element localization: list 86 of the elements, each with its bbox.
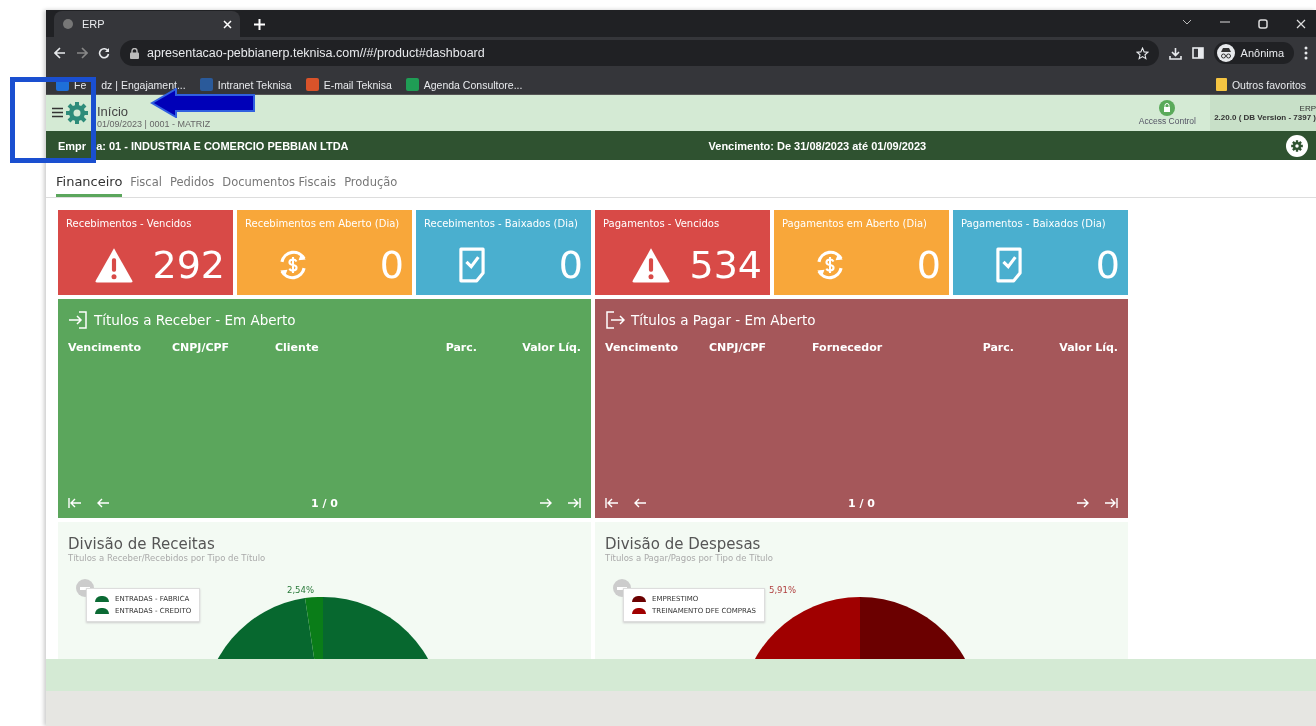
- reload-icon[interactable]: [98, 47, 110, 60]
- sign-out-icon: [605, 310, 625, 331]
- first-page-icon[interactable]: [68, 497, 82, 510]
- next-page-icon[interactable]: [1076, 497, 1090, 510]
- bookmark-link[interactable]: E-mail Teknisa: [323, 78, 392, 91]
- new-tab-icon[interactable]: [254, 19, 265, 31]
- forward-icon[interactable]: [76, 47, 88, 60]
- card-title: Recebimentos - Baixados (Dia): [424, 218, 579, 232]
- product-name: ERP: [1299, 104, 1316, 114]
- side-panel-icon[interactable]: [1191, 47, 1204, 60]
- card-value: 534: [689, 244, 762, 287]
- card-value: 292: [152, 244, 225, 287]
- bookmark-link[interactable]: Intranet Teknisa: [217, 78, 292, 91]
- percent-label: 2,54%: [287, 585, 314, 596]
- lock-icon: [1159, 100, 1176, 117]
- bookmark-folder[interactable]: Outros favoritos: [1215, 78, 1306, 92]
- incognito-icon: [1216, 44, 1235, 63]
- browser-tab[interactable]: ERP: [54, 11, 240, 38]
- page-subtitle: 01/09/2023 | 0001 - MATRIZ: [97, 119, 211, 130]
- company-text: Empr: [58, 139, 87, 152]
- card-value: 0: [916, 244, 941, 287]
- bookmark-link[interactable]: Agenda Consultore...: [423, 78, 523, 91]
- company-text: a: 01 - INDUSTRIA E COMERCIO PEBBIAN LTDA: [96, 139, 349, 152]
- profile-button[interactable]: Anônima: [1213, 42, 1294, 65]
- due-date-text: Vencimento: De 31/08/2023 até 01/09/2023: [708, 139, 927, 152]
- card-title: Pagamentos - Baixados (Dia): [961, 218, 1107, 232]
- minimize-icon[interactable]: [1220, 18, 1230, 25]
- first-page-icon[interactable]: [605, 497, 619, 510]
- next-page-icon[interactable]: [539, 497, 553, 510]
- tab[interactable]: Fiscal: [130, 175, 162, 198]
- summary-card[interactable]: Recebimentos - Vencidos 292: [58, 210, 233, 296]
- menu-icon[interactable]: [1304, 46, 1308, 61]
- lock-icon: [130, 47, 139, 59]
- card-title: Pagamentos - Vencidos: [603, 218, 721, 232]
- gear-icon: [65, 101, 89, 126]
- table-title: Títulos a Receber - Em Aberto: [94, 312, 296, 329]
- table-title: Títulos a Pagar - Em Aberto: [631, 312, 816, 329]
- column-header: Parc.: [981, 341, 1014, 355]
- column-header: CNPJ/CPF: [172, 341, 231, 355]
- version-text: 2.20.0 ( DB Version - 7397 ): [1214, 113, 1316, 123]
- chart-title: Divisão de Despesas: [605, 535, 761, 554]
- sign-in-icon: [68, 310, 88, 331]
- globe-icon: [62, 18, 74, 31]
- card-value: 0: [558, 244, 583, 287]
- card-title: Recebimentos em Aberto (Dia): [245, 218, 401, 232]
- column-header: Parc.: [444, 341, 477, 355]
- tab[interactable]: Produção: [344, 175, 398, 198]
- last-page-icon[interactable]: [1104, 497, 1118, 510]
- warning-icon: [94, 246, 134, 285]
- card-value: 0: [379, 244, 404, 287]
- settings-icon[interactable]: [1286, 134, 1308, 157]
- chart-subtitle: Títulos a Pagar/Pagos por Tipo de Título: [605, 553, 775, 564]
- address-bar[interactable]: apresentacao-pebbianerp.teknisa.com//#/product#dashboard: [120, 40, 1159, 67]
- download-icon[interactable]: [1168, 46, 1182, 60]
- previous-page-icon[interactable]: [96, 497, 110, 510]
- column-header: Vencimento: [68, 341, 143, 355]
- page-title: Início: [97, 104, 130, 120]
- card-value: 0: [1095, 244, 1120, 287]
- page-counter: 1 / 0: [847, 496, 876, 510]
- star-icon[interactable]: [1135, 46, 1149, 60]
- column-header: Valor Líq.: [521, 341, 581, 355]
- percent-label: 5,91%: [769, 585, 796, 596]
- tab[interactable]: Financeiro: [56, 174, 123, 198]
- bookmark-link[interactable]: dz | Engajament...: [101, 78, 186, 91]
- warning-icon: [631, 246, 671, 285]
- summary-card[interactable]: Pagamentos - Vencidos 534: [595, 210, 770, 296]
- page-counter: 1 / 0: [310, 496, 339, 510]
- chart-subtitle: Títulos a Receber/Recebidos por Tipo de Título: [68, 553, 267, 564]
- last-page-icon[interactable]: [567, 497, 581, 510]
- card-title: Pagamentos em Aberto (Dia): [782, 218, 928, 232]
- chart-title: Divisão de Receitas: [68, 535, 215, 554]
- tab[interactable]: Documentos Fiscais: [222, 175, 337, 198]
- restore-icon[interactable]: [1258, 18, 1268, 29]
- chevron-down-icon[interactable]: [1182, 18, 1192, 25]
- column-header: Vencimento: [605, 341, 680, 355]
- back-icon[interactable]: [54, 47, 66, 60]
- column-header: Fornecedor: [812, 341, 884, 355]
- column-header: Valor Líq.: [1058, 341, 1118, 355]
- folder-icon: [1215, 78, 1227, 92]
- column-header: Cliente: [275, 341, 320, 355]
- close-icon[interactable]: [1296, 18, 1306, 29]
- column-header: CNPJ/CPF: [709, 341, 768, 355]
- access-control-button[interactable]: Access Control: [1124, 100, 1210, 127]
- previous-page-icon[interactable]: [633, 497, 647, 510]
- tab[interactable]: Pedidos: [169, 175, 215, 198]
- card-title: Recebimentos - Vencidos: [66, 218, 193, 232]
